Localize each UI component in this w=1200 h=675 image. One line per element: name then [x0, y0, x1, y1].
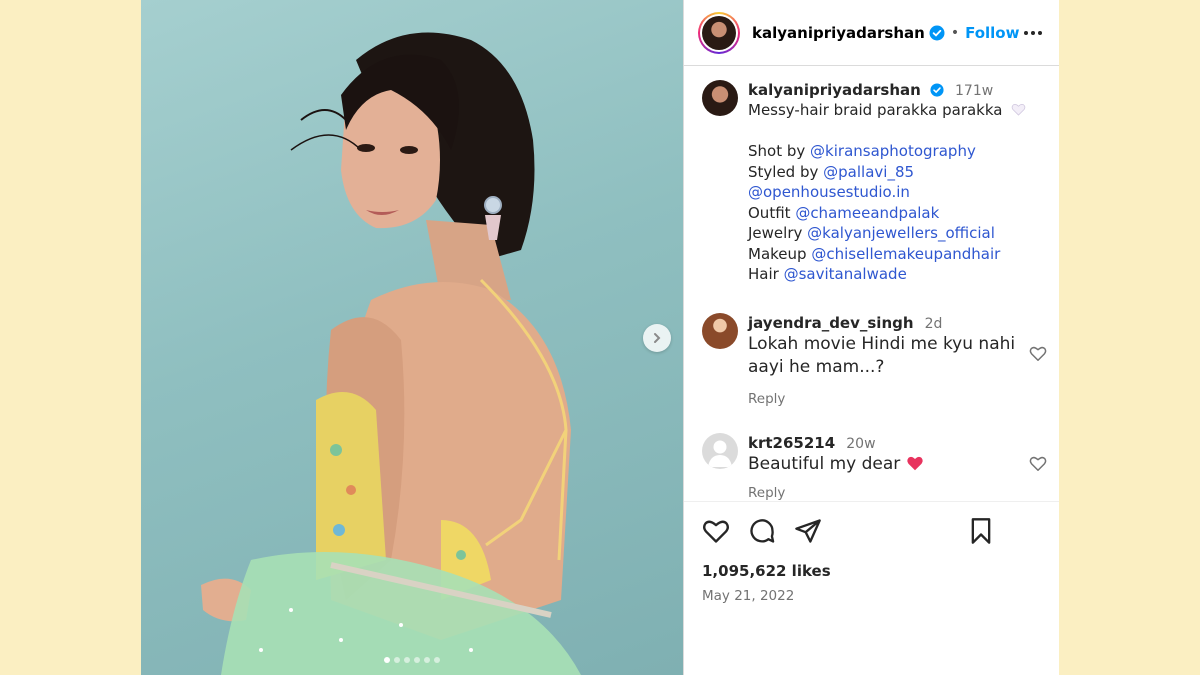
carousel-dot: [414, 657, 420, 663]
caption-credit-styled: Styled by @pallavi_85: [748, 162, 1045, 183]
carousel-dot: [434, 657, 440, 663]
credit-label: Makeup: [748, 244, 807, 263]
mention-link[interactable]: @chisellemakeupandhair: [811, 245, 1000, 263]
mention-link[interactable]: @savitanalwade: [784, 265, 907, 283]
caption-credit-makeup: Makeup @chisellemakeupandhair: [748, 244, 1045, 265]
carousel-dots: [141, 657, 683, 663]
caption-text-line: Messy-hair braid parakka parakka: [748, 100, 1045, 121]
avatar[interactable]: [702, 432, 738, 469]
comment-text: Beautiful my dear: [748, 453, 901, 474]
carousel-next-button[interactable]: [643, 324, 671, 352]
mention-link[interactable]: @chameeandpalak: [795, 204, 939, 222]
comment-text: Lokah movie Hindi me kyu nahi aayi he ma…: [748, 333, 1016, 377]
instagram-post: kalyanipriyadarshan • Follow kalyanipriy…: [141, 0, 1059, 675]
comment-icon: [750, 519, 775, 543]
comment-button[interactable]: [748, 517, 776, 545]
send-icon: [795, 519, 821, 543]
header-username[interactable]: kalyanipriyadarshan: [752, 24, 925, 42]
white-heart-emoji-icon: [1012, 104, 1026, 116]
header-avatar-ring[interactable]: [698, 11, 740, 54]
verified-badge-icon: [930, 83, 944, 97]
reply-button[interactable]: Reply: [748, 391, 1045, 407]
caption-credit-jewelry: Jewelry @kalyanjewellers_official: [748, 223, 1045, 244]
comment-time[interactable]: 2d: [925, 316, 943, 332]
comment-time[interactable]: 20w: [846, 436, 875, 452]
comment-item: krt265214 20w Beautiful my dear Reply: [684, 432, 1059, 501]
comment-username[interactable]: jayendra_dev_singh: [748, 314, 914, 332]
follow-button[interactable]: Follow: [965, 24, 1019, 42]
post-actions: 1,095,622 likes May 21, 2022: [684, 501, 1059, 675]
pink-heart-emoji-icon: [907, 456, 923, 470]
more-horizontal-icon: [1024, 30, 1042, 35]
credit-label: Outfit: [748, 203, 791, 222]
credit-label: Jewelry: [748, 224, 803, 242]
chevron-right-icon: [654, 333, 661, 343]
like-button[interactable]: [702, 518, 730, 544]
avatar[interactable]: [702, 80, 738, 116]
header-separator: •: [950, 24, 960, 41]
credit-label: Shot by: [748, 142, 806, 160]
caption-username[interactable]: kalyanipriyadarshan: [748, 81, 921, 99]
caption-credit-outfit: Outfit @chameeandpalak: [748, 203, 1045, 224]
post-photo[interactable]: [141, 0, 683, 675]
credit-label: Styled by: [748, 162, 819, 181]
bookmark-icon: [971, 518, 991, 544]
verified-badge-icon: [929, 25, 945, 40]
caption-line1: Messy-hair braid parakka parakka: [748, 101, 1003, 119]
caption-credit-shot: Shot by @kiransaphotography: [748, 141, 1045, 162]
caption-entry: kalyanipriyadarshan 171w Messy-hair brai…: [684, 80, 1059, 285]
avatar: [702, 15, 736, 50]
mention-link[interactable]: @kiransaphotography: [810, 142, 976, 160]
carousel-dot: [384, 657, 390, 663]
caption-time[interactable]: 171w: [955, 83, 993, 99]
caption-credit-studio: @openhousestudio.in: [748, 182, 1045, 203]
mention-link[interactable]: @openhousestudio.in: [748, 183, 910, 201]
save-button[interactable]: [969, 517, 993, 545]
comment-item: jayendra_dev_singh 2d Lokah movie Hindi …: [684, 312, 1059, 407]
post-header: kalyanipriyadarshan • Follow: [684, 0, 1059, 66]
comments-scroll-area[interactable]: kalyanipriyadarshan 171w Messy-hair brai…: [684, 66, 1059, 501]
heart-icon: [703, 520, 729, 543]
more-options-button[interactable]: [1021, 21, 1045, 45]
portrait-illustration: [201, 32, 581, 675]
likes-count[interactable]: 1,095,622 likes: [702, 562, 1041, 580]
post-date[interactable]: May 21, 2022: [702, 588, 1041, 604]
carousel-dot: [394, 657, 400, 663]
comment-username[interactable]: krt265214: [748, 434, 835, 452]
comment-text-row: Beautiful my dear: [748, 453, 1020, 476]
like-comment-heart-icon[interactable]: [1029, 455, 1047, 472]
carousel-dot: [404, 657, 410, 663]
share-button[interactable]: [794, 517, 822, 545]
carousel-dot: [424, 657, 430, 663]
default-user-icon: [708, 440, 732, 467]
like-comment-heart-icon[interactable]: [1029, 345, 1047, 362]
reply-button[interactable]: Reply: [748, 485, 1045, 501]
post-side-panel: kalyanipriyadarshan • Follow kalyanipriy…: [683, 0, 1059, 675]
mention-link[interactable]: @pallavi_85: [823, 163, 914, 181]
mention-link[interactable]: @kalyanjewellers_official: [807, 224, 995, 242]
avatar[interactable]: [702, 312, 738, 349]
credit-label: Hair: [748, 265, 779, 283]
caption-credit-hair: Hair @savitanalwade: [748, 264, 1045, 285]
